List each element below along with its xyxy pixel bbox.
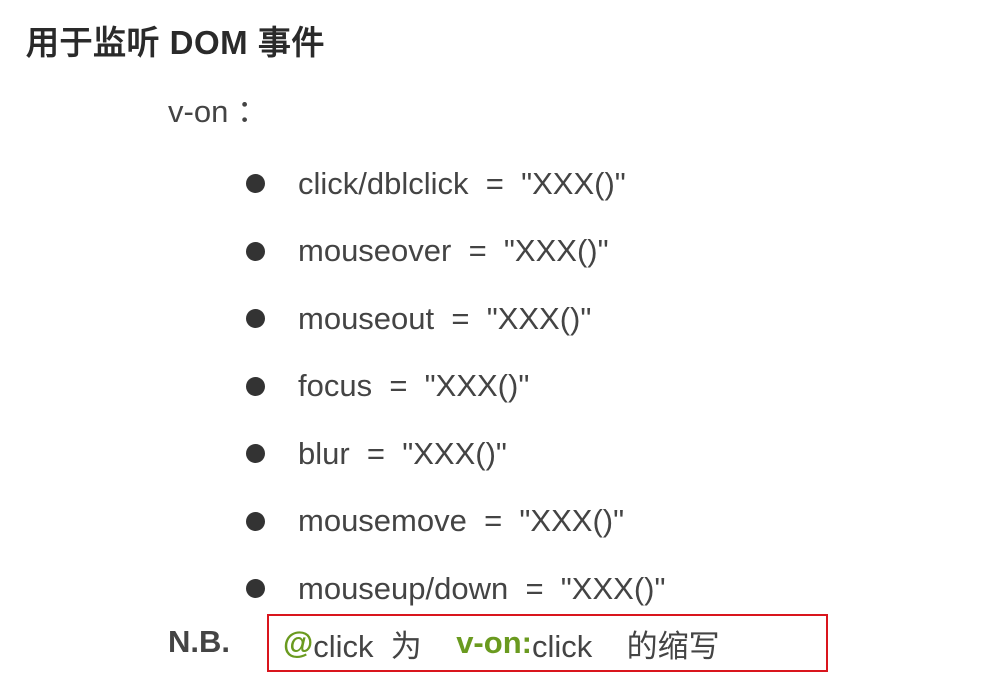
- event-text: blur = "XXX()": [298, 435, 507, 471]
- list-item: click/dblclick = "XXX()": [246, 150, 666, 218]
- event-list: click/dblclick = "XXX()" mouseover = "XX…: [246, 150, 666, 623]
- list-item: mouseup/down = "XXX()": [246, 555, 666, 623]
- list-item: blur = "XXX()": [246, 420, 666, 488]
- list-item: mouseout = "XXX()": [246, 285, 666, 353]
- directive-label: v-on ：: [168, 94, 268, 129]
- event-text: click/dblclick = "XXX()": [298, 165, 626, 201]
- von-click-text: click 的缩写: [531, 628, 720, 664]
- at-sign: @: [283, 625, 314, 660]
- event-text: mouseover = "XXX()": [298, 233, 609, 269]
- bullet-icon: [246, 579, 265, 599]
- shorthand-note-box: @ click 为 v-on: click 的缩写: [267, 614, 828, 672]
- von-keyword: v-on:: [456, 625, 532, 660]
- at-click-text: click 为: [313, 628, 457, 664]
- event-text: focus = "XXX()": [298, 368, 530, 404]
- bullet-icon: [246, 376, 265, 396]
- list-item: mousemove = "XXX()": [246, 488, 666, 556]
- list-item: focus = "XXX()": [246, 353, 666, 421]
- bullet-icon: [246, 241, 265, 261]
- bullet-icon: [246, 309, 265, 329]
- nb-label: N.B.: [168, 624, 230, 659]
- list-item: mouseover = "XXX()": [246, 218, 666, 286]
- event-text: mousemove = "XXX()": [298, 503, 625, 539]
- event-text: mouseup/down = "XXX()": [298, 570, 666, 606]
- bullet-icon: [246, 511, 265, 531]
- page-title: 用于监听 DOM 事件: [26, 24, 325, 61]
- event-text: mouseout = "XXX()": [298, 300, 592, 336]
- bullet-icon: [246, 444, 265, 464]
- bullet-icon: [246, 174, 265, 194]
